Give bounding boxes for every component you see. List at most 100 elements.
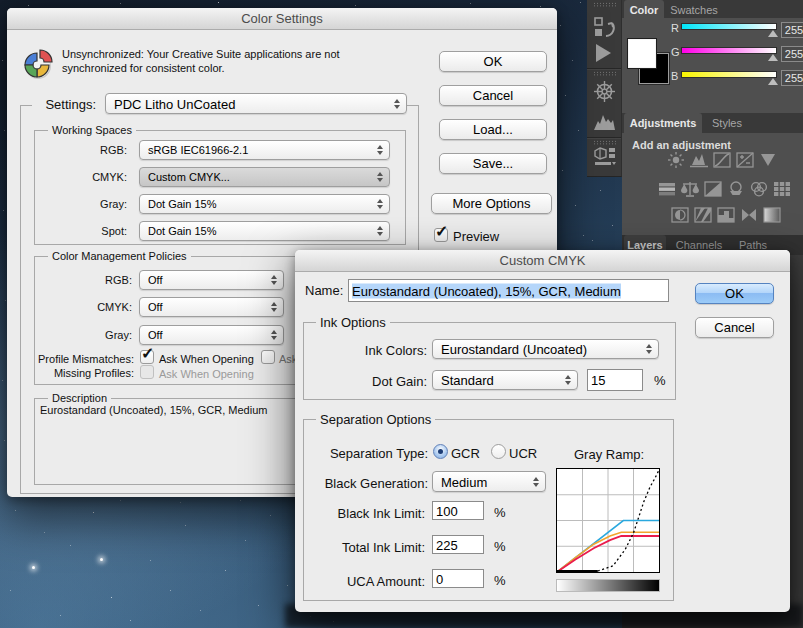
posterize-icon[interactable] <box>693 207 713 223</box>
missing-ask-checkbox[interactable] <box>140 365 154 379</box>
dot-gain-field[interactable]: 15 <box>587 369 643 391</box>
slider-label-b: B <box>671 70 678 82</box>
ws-cmyk-label: CMYK: <box>47 171 127 183</box>
red-slider-thumb[interactable] <box>768 30 778 37</box>
selective-color-icon[interactable] <box>739 207 759 223</box>
ws-cmyk-dropdown[interactable]: Custom CMYK... <box>139 167 390 187</box>
cmp-gray-label: Gray: <box>52 329 132 341</box>
ask-when-opening-checkbox[interactable]: ✓ <box>140 350 154 364</box>
threshold-icon[interactable] <box>716 207 736 223</box>
stepper-arrows-icon <box>271 275 277 285</box>
ok-button[interactable]: OK <box>439 51 547 72</box>
black-generation-dropdown[interactable]: Medium <box>432 471 546 492</box>
history-icon[interactable] <box>594 15 616 41</box>
properties-3d-icon[interactable] <box>593 146 617 168</box>
black-ink-limit-field[interactable]: 100 <box>432 501 484 520</box>
gradient-map-icon[interactable] <box>762 207 782 223</box>
gray-ramp-label: Gray Ramp: <box>574 447 644 462</box>
checkmark-icon: ✓ <box>141 344 154 363</box>
slider-label-r: R <box>671 22 679 34</box>
invert-icon[interactable] <box>670 207 690 223</box>
channel-mixer-icon[interactable] <box>749 181 769 197</box>
dot-gain-dropdown[interactable]: Standard <box>432 370 578 390</box>
green-value[interactable]: 255 <box>781 46 803 62</box>
missing-profiles-label: Missing Profiles: <box>27 367 134 379</box>
checkmark-icon: ✓ <box>435 222 448 241</box>
color-balance-icon[interactable] <box>680 181 700 197</box>
load-button[interactable]: Load... <box>439 119 547 140</box>
photo-filter-icon[interactable] <box>726 181 746 197</box>
red-value[interactable]: 255 <box>781 22 803 38</box>
blue-slider[interactable] <box>681 71 777 78</box>
blue-value[interactable]: 255 <box>781 70 803 86</box>
black-white-icon[interactable] <box>703 181 723 197</box>
panel-dock-strip <box>587 0 622 177</box>
black-ink-limit-percent: % <box>494 505 506 520</box>
histogram-icon[interactable] <box>593 111 616 132</box>
ws-rgb-dropdown[interactable]: sRGB IEC61966-2.1 <box>139 140 390 160</box>
preview-checkbox[interactable]: ✓ <box>434 228 448 242</box>
tab-color[interactable]: Color <box>624 0 664 18</box>
description-text: Eurostandard (Uncoated), 15%, GCR, Mediu… <box>40 404 267 416</box>
total-ink-limit-field[interactable]: 225 <box>432 535 484 554</box>
ws-spot-label: Spot: <box>47 225 127 237</box>
green-slider-thumb[interactable] <box>768 54 778 61</box>
sync-status-icon <box>20 44 58 82</box>
stepper-arrows-icon <box>271 330 277 340</box>
cmp-cmyk-dropdown[interactable]: Off <box>139 297 284 317</box>
ws-gray-label: Gray: <box>47 198 127 210</box>
uca-amount-label: UCA Amount: <box>325 574 425 589</box>
ok-button[interactable]: OK <box>695 283 774 304</box>
ws-rgb-label: RGB: <box>47 144 127 156</box>
ws-spot-dropdown[interactable]: Dot Gain 15% <box>139 221 390 241</box>
name-field[interactable]: Eurostandard (Uncoated), 15%, GCR, Mediu… <box>348 279 669 302</box>
stepper-arrows-icon <box>394 99 400 109</box>
cmp-gray-dropdown[interactable]: Off <box>139 325 284 345</box>
drag-handle[interactable] <box>593 71 616 76</box>
green-slider[interactable] <box>681 47 777 54</box>
levels-icon[interactable] <box>689 152 709 168</box>
hue-saturation-icon[interactable] <box>657 181 677 197</box>
color-settings-titlebar[interactable]: Color Settings <box>7 8 557 30</box>
add-adjustment-heading: Add an adjustment <box>632 139 731 151</box>
cancel-button[interactable]: Cancel <box>695 317 774 338</box>
navigator-wheel-icon[interactable] <box>593 80 616 103</box>
drag-handle[interactable] <box>593 140 616 145</box>
gray-ramp-graph <box>556 468 660 573</box>
ws-gray-dropdown[interactable]: Dot Gain 15% <box>139 194 390 214</box>
foreground-color-swatch[interactable] <box>627 38 657 69</box>
vibrance-icon[interactable] <box>758 152 778 168</box>
ucr-radio[interactable] <box>491 444 506 459</box>
tab-styles[interactable]: Styles <box>704 113 750 133</box>
ink-colors-dropdown[interactable]: Eurostandard (Uncoated) <box>432 339 659 359</box>
cmp-rgb-label: RGB: <box>52 274 132 286</box>
ask-when-pasting-checkbox[interactable] <box>261 350 275 364</box>
cancel-button[interactable]: Cancel <box>439 85 547 106</box>
save-button[interactable]: Save... <box>439 153 547 174</box>
stepper-arrows-icon <box>377 172 383 182</box>
stepper-arrows-icon <box>377 226 383 236</box>
color-lookup-icon[interactable] <box>772 181 792 197</box>
tab-swatches[interactable]: Swatches <box>664 0 724 18</box>
separation-options-label: Separation Options <box>316 412 435 427</box>
working-spaces-label: Working Spaces <box>48 124 136 136</box>
gcr-radio[interactable] <box>433 444 448 459</box>
dot-gain-percent: % <box>654 373 666 388</box>
blue-slider-thumb[interactable] <box>768 78 778 85</box>
cmp-rgb-dropdown[interactable]: Off <box>139 270 284 290</box>
brightness-contrast-icon[interactable] <box>666 152 686 168</box>
gcr-label: GCR <box>451 446 480 461</box>
exposure-icon[interactable] <box>735 152 755 168</box>
red-slider[interactable] <box>681 23 777 30</box>
tab-adjustments[interactable]: Adjustments <box>624 113 702 133</box>
uca-amount-field[interactable]: 0 <box>432 569 484 588</box>
curves-icon[interactable] <box>712 152 732 168</box>
desktop: { "color_settings": { "title": "Color Se… <box>0 0 803 628</box>
drag-handle[interactable] <box>593 2 616 7</box>
settings-dropdown[interactable]: PDC Litho UnCoated <box>105 93 407 114</box>
black-ink-limit-label: Black Ink Limit: <box>325 506 425 521</box>
actions-play-icon[interactable] <box>596 44 611 62</box>
stepper-arrows-icon <box>271 302 277 312</box>
custom-cmyk-titlebar[interactable]: Custom CMYK <box>295 250 790 272</box>
more-options-button[interactable]: More Options <box>431 193 552 214</box>
